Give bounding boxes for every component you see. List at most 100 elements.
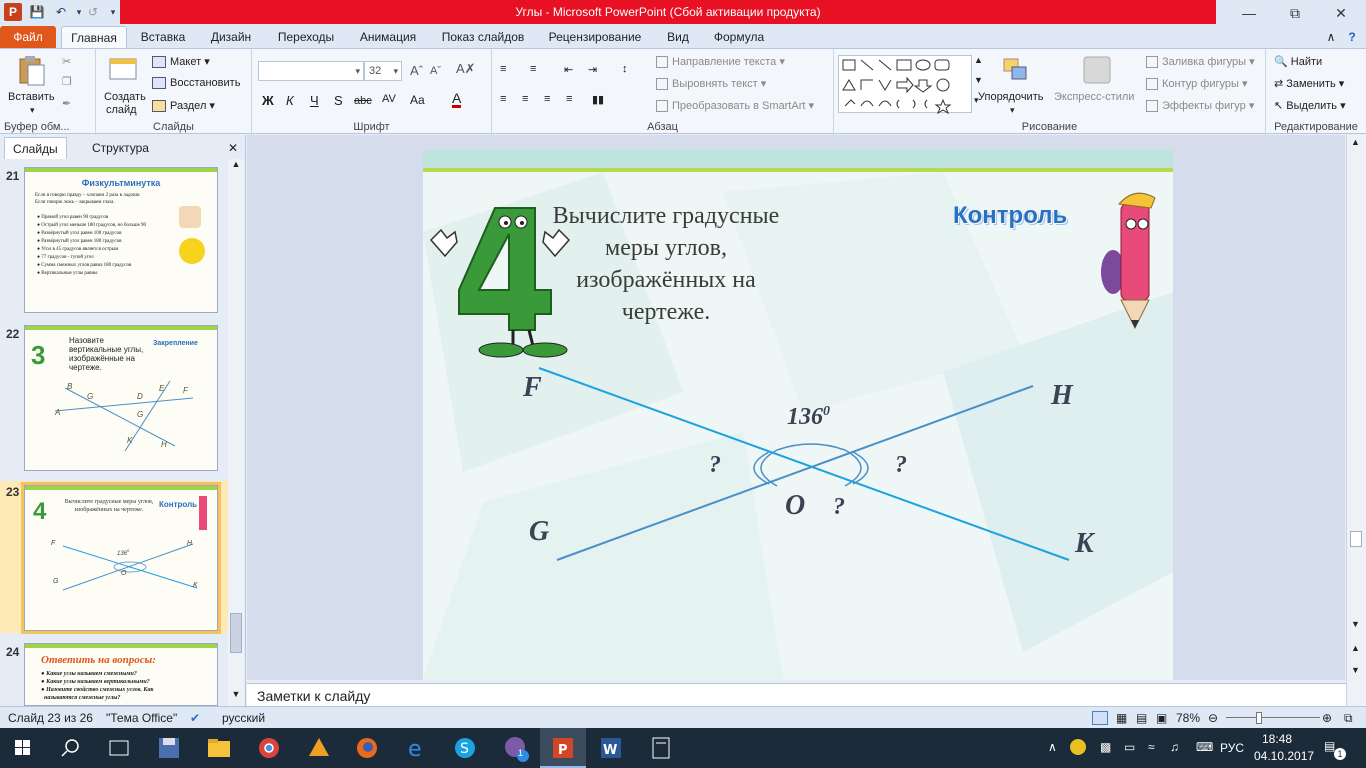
numbering-icon[interactable]: ≡ (530, 63, 536, 75)
tab-review[interactable]: Рецензирование (540, 26, 650, 48)
slideshow-icon[interactable]: ▣ (1156, 711, 1167, 725)
thumbnail-row-24[interactable]: 24 Ответить на вопросы: ● Какие углы наз… (0, 641, 230, 706)
justify-icon[interactable]: ≡ (566, 93, 572, 105)
align-right-icon[interactable]: ≡ (544, 93, 550, 105)
search-icon[interactable] (48, 728, 94, 768)
decrease-indent-icon[interactable]: ⇤ (564, 63, 573, 76)
file-explorer-icon[interactable] (196, 728, 242, 768)
tab-transitions[interactable]: Переходы (268, 26, 344, 48)
paste-dropdown-icon[interactable]: ▾ (30, 105, 35, 116)
format-painter-icon[interactable]: ✒ (62, 97, 71, 110)
next-slide-icon[interactable]: ▼ (1351, 665, 1360, 675)
calculator-icon[interactable] (638, 728, 684, 768)
taskbar-app-save-icon[interactable] (146, 728, 192, 768)
wifi-icon[interactable]: ≈ (1148, 740, 1155, 754)
normal-view-icon[interactable] (1092, 711, 1108, 725)
change-case-icon[interactable]: Aa (410, 93, 425, 107)
firefox-icon[interactable] (344, 728, 390, 768)
input-language[interactable]: РУС (1220, 741, 1244, 755)
increase-indent-icon[interactable]: ⇥ (588, 63, 597, 76)
new-slide-button[interactable]: Создать (104, 91, 146, 103)
align-center-icon[interactable]: ≡ (522, 93, 528, 105)
previous-slide-icon[interactable]: ▲ (1351, 643, 1360, 653)
italic-icon[interactable]: К (286, 93, 294, 108)
line-spacing-icon[interactable]: ↕ (622, 63, 628, 75)
align-text-button[interactable]: Выровнять текст ▾ (656, 77, 766, 91)
close-button[interactable]: ✕ (1318, 0, 1364, 26)
tab-home[interactable]: Главная (61, 26, 127, 48)
scroll-thumb[interactable] (230, 613, 242, 653)
line-fk[interactable] (538, 367, 1070, 561)
redo-icon[interactable]: ↺ (84, 3, 102, 21)
spellcheck-icon[interactable]: ✔ (190, 711, 200, 725)
viber-icon[interactable]: 1 (492, 728, 538, 768)
theme-name[interactable]: "Тема Office" (106, 711, 177, 725)
tab-insert[interactable]: Вставка (132, 26, 194, 48)
quick-styles-button[interactable]: Экспресс-стили (1054, 91, 1134, 103)
new-slide-icon[interactable] (108, 55, 138, 85)
notes-pane[interactable]: Заметки к слайду (247, 683, 1346, 706)
bold-icon[interactable]: Ж (262, 93, 274, 108)
clock-time[interactable]: 18:48 (1262, 732, 1292, 746)
language-indicator[interactable]: русский (222, 711, 265, 725)
char-spacing-icon[interactable]: AV (382, 93, 396, 105)
replace-button[interactable]: ⇄ Заменить ▾ (1274, 77, 1344, 90)
undo-icon[interactable]: ↶ (52, 3, 70, 21)
tab-slides-panel[interactable]: Слайды (4, 137, 67, 159)
tab-slideshow[interactable]: Показ слайдов (434, 26, 532, 48)
restore-button[interactable]: ⧉ (1272, 0, 1318, 26)
arrange-button[interactable]: Упорядочить (978, 91, 1043, 103)
help-icon[interactable]: ? (1342, 26, 1362, 48)
scroll-down-icon[interactable]: ▼ (1351, 619, 1360, 629)
word-icon[interactable]: W (588, 728, 634, 768)
keyboard-icon[interactable]: ⌨ (1196, 740, 1213, 754)
chrome-icon[interactable] (246, 728, 292, 768)
align-left-icon[interactable]: ≡ (500, 93, 506, 105)
arrange-icon[interactable] (1000, 55, 1030, 85)
font-color-icon[interactable]: A (452, 91, 462, 108)
zoom-slider-track[interactable] (1226, 717, 1320, 718)
underline-icon[interactable]: Ч (310, 93, 319, 108)
tab-file[interactable]: Файл (0, 26, 56, 48)
zoom-out-icon[interactable]: ⊖ (1208, 711, 1218, 725)
slide-canvas[interactable]: Вычислите градусные меры углов, изображё… (423, 150, 1173, 680)
scroll-up-icon[interactable]: ▲ (230, 159, 242, 169)
shape-outline-button[interactable]: Контур фигуры ▾ (1146, 77, 1248, 91)
strikethrough-icon[interactable]: abc (354, 95, 372, 107)
tab-formula[interactable]: Формула (706, 26, 772, 48)
gallery-up-icon[interactable]: ▲ (974, 55, 983, 65)
network-icon[interactable]: ▩ (1100, 740, 1111, 754)
tray-app-icon[interactable] (1070, 739, 1086, 755)
thumbnail-row-23[interactable]: 23 4 Вычислите градусные меры углов, изо… (0, 481, 230, 634)
slide-thumbnail-22[interactable]: 3 Назовите вертикальные углы, изображённ… (24, 325, 218, 471)
thumbnail-row-22[interactable]: 22 3 Назовите вертикальные углы, изображ… (0, 323, 230, 473)
fit-slide-icon[interactable]: ⧉ (1344, 711, 1353, 726)
slides-panel-scrollbar[interactable]: ▲ ▼ (228, 159, 244, 706)
quick-styles-icon[interactable] (1082, 55, 1112, 85)
layout-button[interactable]: Макет ▾ (152, 55, 210, 69)
battery-icon[interactable]: ▭ (1124, 740, 1135, 754)
minimize-button[interactable]: — (1226, 0, 1272, 26)
shape-effects-button[interactable]: Эффекты фигур ▾ (1146, 99, 1254, 113)
bullets-icon[interactable]: ≡ (500, 63, 506, 75)
find-button[interactable]: 🔍 Найти (1274, 55, 1322, 68)
save-icon[interactable]: 💾 (28, 3, 46, 21)
start-button[interactable] (0, 728, 46, 768)
font-size-input[interactable]: 32 ▾ (364, 61, 402, 81)
thumbnail-row-21[interactable]: 21 Физкультминутка Если я говорю правду … (0, 165, 230, 315)
shadow-icon[interactable]: S (334, 93, 343, 108)
slide-scrollbar[interactable]: ▲ ▼ ▲ ▼ (1346, 135, 1366, 706)
show-hidden-icons[interactable]: ∧ (1048, 740, 1057, 754)
slide-thumbnail-21[interactable]: Физкультминутка Если я говорю правду – х… (24, 167, 218, 313)
columns-icon[interactable]: ▮▮ (592, 93, 604, 106)
new-slide-button-line2[interactable]: слайд (106, 104, 137, 116)
app-icon-orange[interactable] (296, 728, 342, 768)
convert-smartart-button[interactable]: Преобразовать в SmartArt ▾ (656, 99, 814, 113)
shrink-font-icon[interactable]: Aˇ (430, 65, 441, 77)
shapes-gallery[interactable] (838, 55, 972, 115)
text-direction-button[interactable]: Направление текста ▾ (656, 55, 785, 69)
section-button[interactable]: Раздел ▾ (152, 99, 215, 113)
task-view-icon[interactable] (96, 728, 142, 768)
paste-icon[interactable] (16, 55, 46, 86)
slide-thumbnail-24[interactable]: Ответить на вопросы: ● Какие углы называ… (24, 643, 218, 706)
